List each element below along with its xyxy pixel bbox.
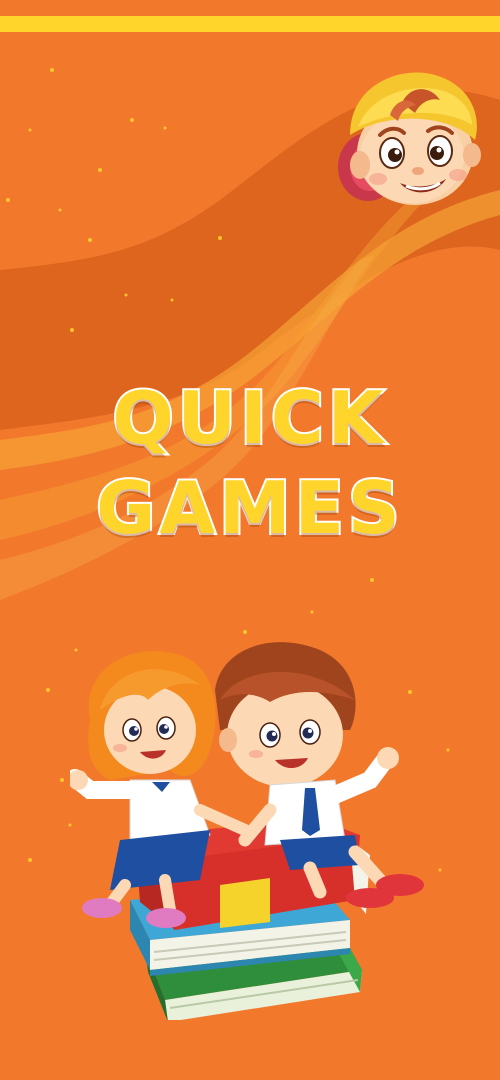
kids-on-books-illustration bbox=[70, 642, 424, 1020]
page-title: QUICK GAMES bbox=[0, 373, 500, 553]
cartoon-boy-cap-icon bbox=[338, 72, 481, 205]
title-line-2: GAMES bbox=[94, 464, 404, 552]
title-line-1: QUICK bbox=[110, 374, 388, 462]
